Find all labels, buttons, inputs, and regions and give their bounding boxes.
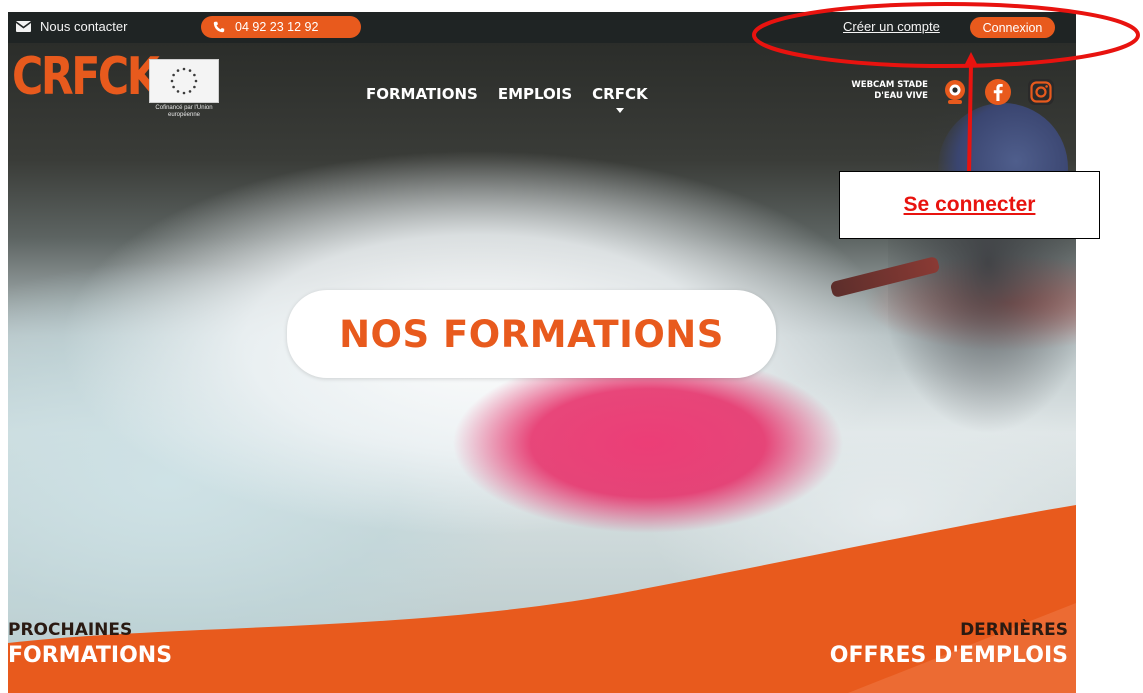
next-trainings-line2: FORMATIONS <box>8 642 173 668</box>
latest-jobs-line1: DERNIÈRES <box>960 620 1068 640</box>
facebook-icon[interactable] <box>984 78 1012 106</box>
caret-down-icon <box>615 108 624 113</box>
main-nav: FORMATIONS EMPLOIS CRFCK <box>366 85 648 113</box>
next-trainings-line1: PROCHAINES <box>8 620 133 640</box>
instagram-icon[interactable] <box>1027 78 1055 106</box>
phone-button[interactable]: 04 92 23 12 92 <box>201 16 361 38</box>
nav-item-crfck-label: CRFCK <box>592 85 648 103</box>
phone-icon <box>213 21 225 33</box>
formations-cta-button[interactable]: NOS FORMATIONS <box>287 290 776 378</box>
nav-item-formations[interactable]: FORMATIONS <box>366 85 478 103</box>
phone-number: 04 92 23 12 92 <box>235 20 319 34</box>
site-logo[interactable]: CRFCK <box>12 51 160 103</box>
eu-cofunding-logo: Cofinancé par l'Union européenne <box>149 59 219 123</box>
create-account-link[interactable]: Créer un compte <box>843 19 940 34</box>
eu-caption: Cofinancé par l'Union européenne <box>155 105 213 118</box>
nav-item-emplois[interactable]: EMPLOIS <box>498 85 572 103</box>
login-button[interactable]: Connexion <box>970 17 1055 38</box>
nav-item-crfck[interactable]: CRFCK <box>592 85 648 113</box>
top-bar: Nous contacter 04 92 23 12 92 Créer un c… <box>8 12 1076 43</box>
latest-jobs-line2: OFFRES D'EMPLOIS <box>829 642 1068 668</box>
contact-link[interactable]: Nous contacter <box>16 19 127 34</box>
next-trainings-heading[interactable]: PROCHAINES FORMATIONS <box>8 621 172 668</box>
webcam-label-line1: WEBCAM STADE <box>851 80 928 90</box>
annotation-callout: Se connecter <box>839 171 1100 239</box>
hero-banner: CRFCK Cofinancé par l'Union européenne F… <box>8 43 1076 693</box>
contact-label: Nous contacter <box>40 19 128 34</box>
website-screenshot: Nous contacter 04 92 23 12 92 Créer un c… <box>8 12 1076 693</box>
webcam-label-line2: D'EAU VIVE <box>874 91 928 101</box>
mail-icon <box>16 21 31 32</box>
webcam-icon[interactable] <box>941 78 969 106</box>
latest-jobs-heading[interactable]: DERNIÈRES OFFRES D'EMPLOIS <box>830 621 1068 668</box>
webcam-label[interactable]: WEBCAM STADE D'EAU VIVE <box>828 80 928 102</box>
eu-flag-icon <box>149 59 219 103</box>
